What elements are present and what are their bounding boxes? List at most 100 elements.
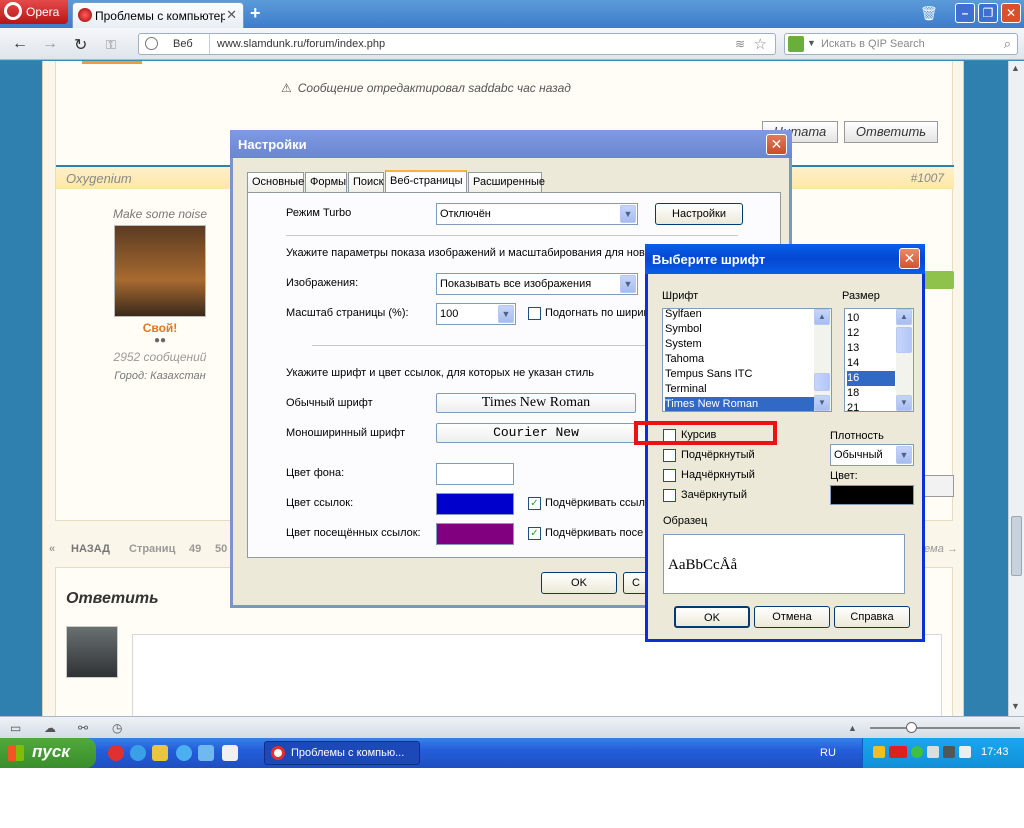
tray-green-icon[interactable]	[911, 746, 923, 758]
search-engine-dropdown-icon[interactable]: ▼	[807, 38, 816, 48]
zoom-slider-knob[interactable]	[906, 722, 917, 733]
size-item-18[interactable]: 18	[847, 386, 897, 401]
qip-search-icon[interactable]	[788, 36, 804, 52]
font-scroll-thumb[interactable]	[814, 373, 830, 391]
font-scroll-up-icon[interactable]: ▲	[814, 309, 830, 325]
magnifier-icon[interactable]: ⌕	[1004, 36, 1011, 52]
network-icon[interactable]	[927, 746, 939, 758]
scroll-down-icon[interactable]: ▼	[1011, 701, 1020, 711]
strikeout-checkbox[interactable]	[663, 489, 676, 502]
size-item-12[interactable]: 12	[847, 326, 897, 341]
qip-quicklaunch-icon[interactable]	[130, 745, 146, 761]
link-color-swatch[interactable]	[436, 493, 514, 515]
visited-color-swatch[interactable]	[436, 523, 514, 545]
zoom-up-icon[interactable]: ▲	[848, 723, 857, 733]
reload-icon[interactable]: ↻	[74, 35, 87, 55]
settings-ok-button[interactable]: OK	[541, 572, 617, 594]
pager-back[interactable]: НАЗАД	[71, 543, 110, 555]
page-scrollbar[interactable]: ▲ ▼	[1008, 61, 1024, 716]
bookmark-star-icon[interactable]: ☆	[754, 35, 767, 53]
size-list-scrollbar[interactable]: ▲ ▼	[896, 309, 913, 411]
search-field[interactable]: ▼ Искать в QIP Search ⌕	[784, 33, 1018, 55]
font-color-swatch[interactable]	[830, 485, 914, 505]
bg-color-swatch[interactable]	[436, 463, 514, 485]
pager-prev[interactable]: «	[49, 543, 55, 555]
trash-icon[interactable]: 🗑	[920, 5, 938, 21]
explorer-quicklaunch-icon[interactable]	[198, 745, 214, 761]
speed-dial-icon[interactable]: ◷	[112, 721, 122, 735]
tab-basic[interactable]: Основные	[247, 172, 304, 192]
url-text[interactable]: www.slamdunk.ru/forum/index.php	[217, 38, 385, 50]
turbo-settings-button[interactable]: Настройки	[655, 203, 743, 225]
font-item-times[interactable]: Times New Roman	[665, 397, 815, 411]
settings-titlebar[interactable]: Настройки ✕	[230, 130, 792, 158]
zoom-value[interactable]: 100	[440, 308, 458, 320]
close-window-button[interactable]: ✕	[1001, 3, 1021, 23]
font-dialog-titlebar[interactable]: Выберите шрифт ✕	[645, 244, 925, 274]
images-select[interactable]: Показывать все изображения ▼	[436, 273, 638, 295]
font-item-symbol[interactable]: Symbol	[665, 322, 815, 337]
clock[interactable]: 17:43	[981, 746, 1009, 758]
fit-width-checkbox[interactable]	[528, 307, 541, 320]
size-item-14[interactable]: 14	[847, 356, 897, 371]
key-icon[interactable]: ⚿	[106, 37, 116, 53]
font-item-terminal[interactable]: Terminal	[665, 382, 815, 397]
start-button[interactable]: пуск	[0, 738, 96, 768]
size-item-13[interactable]: 13	[847, 341, 897, 356]
back-arrow-icon[interactable]: ←	[12, 35, 28, 53]
tool-quicklaunch-icon[interactable]	[152, 745, 168, 761]
font-list-scrollbar[interactable]: ▲ ▼	[814, 309, 831, 411]
reply-button[interactable]: Ответить	[844, 121, 938, 143]
share-icon[interactable]: ⚯	[78, 721, 88, 735]
ie-quicklaunch-icon[interactable]	[176, 745, 192, 761]
taskbar-opera-button[interactable]: Проблемы с компью...	[264, 741, 420, 765]
font-scroll-down-icon[interactable]: ▼	[814, 395, 830, 411]
font-item-tempus[interactable]: Tempus Sans ITC	[665, 367, 815, 382]
new-tab-button[interactable]: +	[250, 3, 261, 24]
rss-icon[interactable]: ≋	[735, 37, 745, 51]
font-item-tahoma[interactable]: Tahoma	[665, 352, 815, 367]
size-scroll-down-icon[interactable]: ▼	[896, 395, 912, 411]
font-help-button[interactable]: Справка	[834, 606, 910, 628]
font-dialog-close-button[interactable]: ✕	[899, 248, 920, 269]
tab-advanced[interactable]: Расширенные	[468, 172, 545, 192]
font-item-sylfaen[interactable]: Sylfaen	[665, 309, 815, 322]
size-list[interactable]: 10 12 13 14 16 18 21 ▲ ▼	[844, 308, 914, 412]
forward-arrow-icon[interactable]: →	[42, 35, 58, 53]
zoom-slider[interactable]	[870, 722, 1020, 733]
turbo-dropdown-icon[interactable]: ▼	[620, 205, 636, 223]
scroll-thumb[interactable]	[1011, 516, 1022, 576]
weight-select[interactable]: Обычный ▼	[830, 444, 914, 466]
post-number[interactable]: #1007	[911, 171, 944, 185]
font-item-system[interactable]: System	[665, 337, 815, 352]
tab-web-pages[interactable]: Веб-страницы	[385, 170, 467, 193]
tab-forum[interactable]: Проблемы с компьютер... ✕	[72, 2, 244, 28]
size-scroll-up-icon[interactable]: ▲	[896, 309, 912, 325]
size-scroll-thumb[interactable]	[896, 327, 912, 353]
pager-page-b[interactable]: 50	[215, 543, 227, 555]
volume-icon[interactable]	[959, 746, 971, 758]
font-list[interactable]: Sylfaen Symbol System Tahoma Tempus Sans…	[662, 308, 832, 412]
size-item-21[interactable]: 21	[847, 401, 897, 411]
weight-dropdown-icon[interactable]: ▼	[896, 446, 912, 464]
language-indicator[interactable]: RU	[820, 747, 836, 759]
cloud-icon[interactable]: ☁	[44, 721, 56, 735]
pager-page-a[interactable]: 49	[189, 543, 201, 555]
zoom-select[interactable]: 100 ▼	[436, 303, 516, 325]
ati-icon[interactable]	[889, 746, 907, 758]
opera-quicklaunch-icon[interactable]	[108, 745, 124, 761]
underline-links-checkbox[interactable]: ✓	[528, 497, 541, 510]
reply-textarea[interactable]	[132, 634, 942, 716]
restore-button[interactable]: ❐	[978, 3, 998, 23]
tab-forms[interactable]: Формы	[305, 172, 347, 192]
overline-checkbox[interactable]	[663, 469, 676, 482]
images-dropdown-icon[interactable]: ▼	[620, 275, 636, 293]
tab-search[interactable]: Поиск	[348, 172, 384, 192]
panel-toggle-icon[interactable]: ▭	[10, 721, 21, 735]
user-avatar[interactable]	[114, 225, 206, 317]
address-field[interactable]: Веб www.slamdunk.ru/forum/index.php ≋ ☆	[138, 33, 776, 55]
tray-device-icon[interactable]	[943, 746, 955, 758]
size-item-16[interactable]: 16	[847, 371, 895, 386]
mono-font-button[interactable]: Courier New	[436, 423, 636, 443]
minimize-button[interactable]: –	[955, 3, 975, 23]
